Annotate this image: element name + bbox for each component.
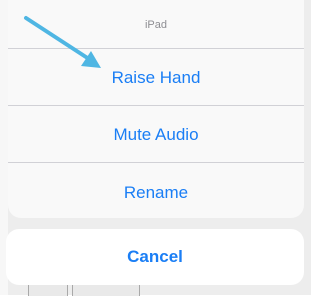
rename-button[interactable]: Rename [8, 163, 304, 218]
action-sheet: iPad Raise Hand Mute Audio Rename [8, 0, 304, 218]
cancel-button[interactable]: Cancel [6, 229, 304, 285]
action-sheet-title: iPad [144, 19, 168, 31]
mute-audio-button[interactable]: Mute Audio [8, 106, 304, 162]
raise-hand-button[interactable]: Raise Hand [8, 49, 304, 105]
